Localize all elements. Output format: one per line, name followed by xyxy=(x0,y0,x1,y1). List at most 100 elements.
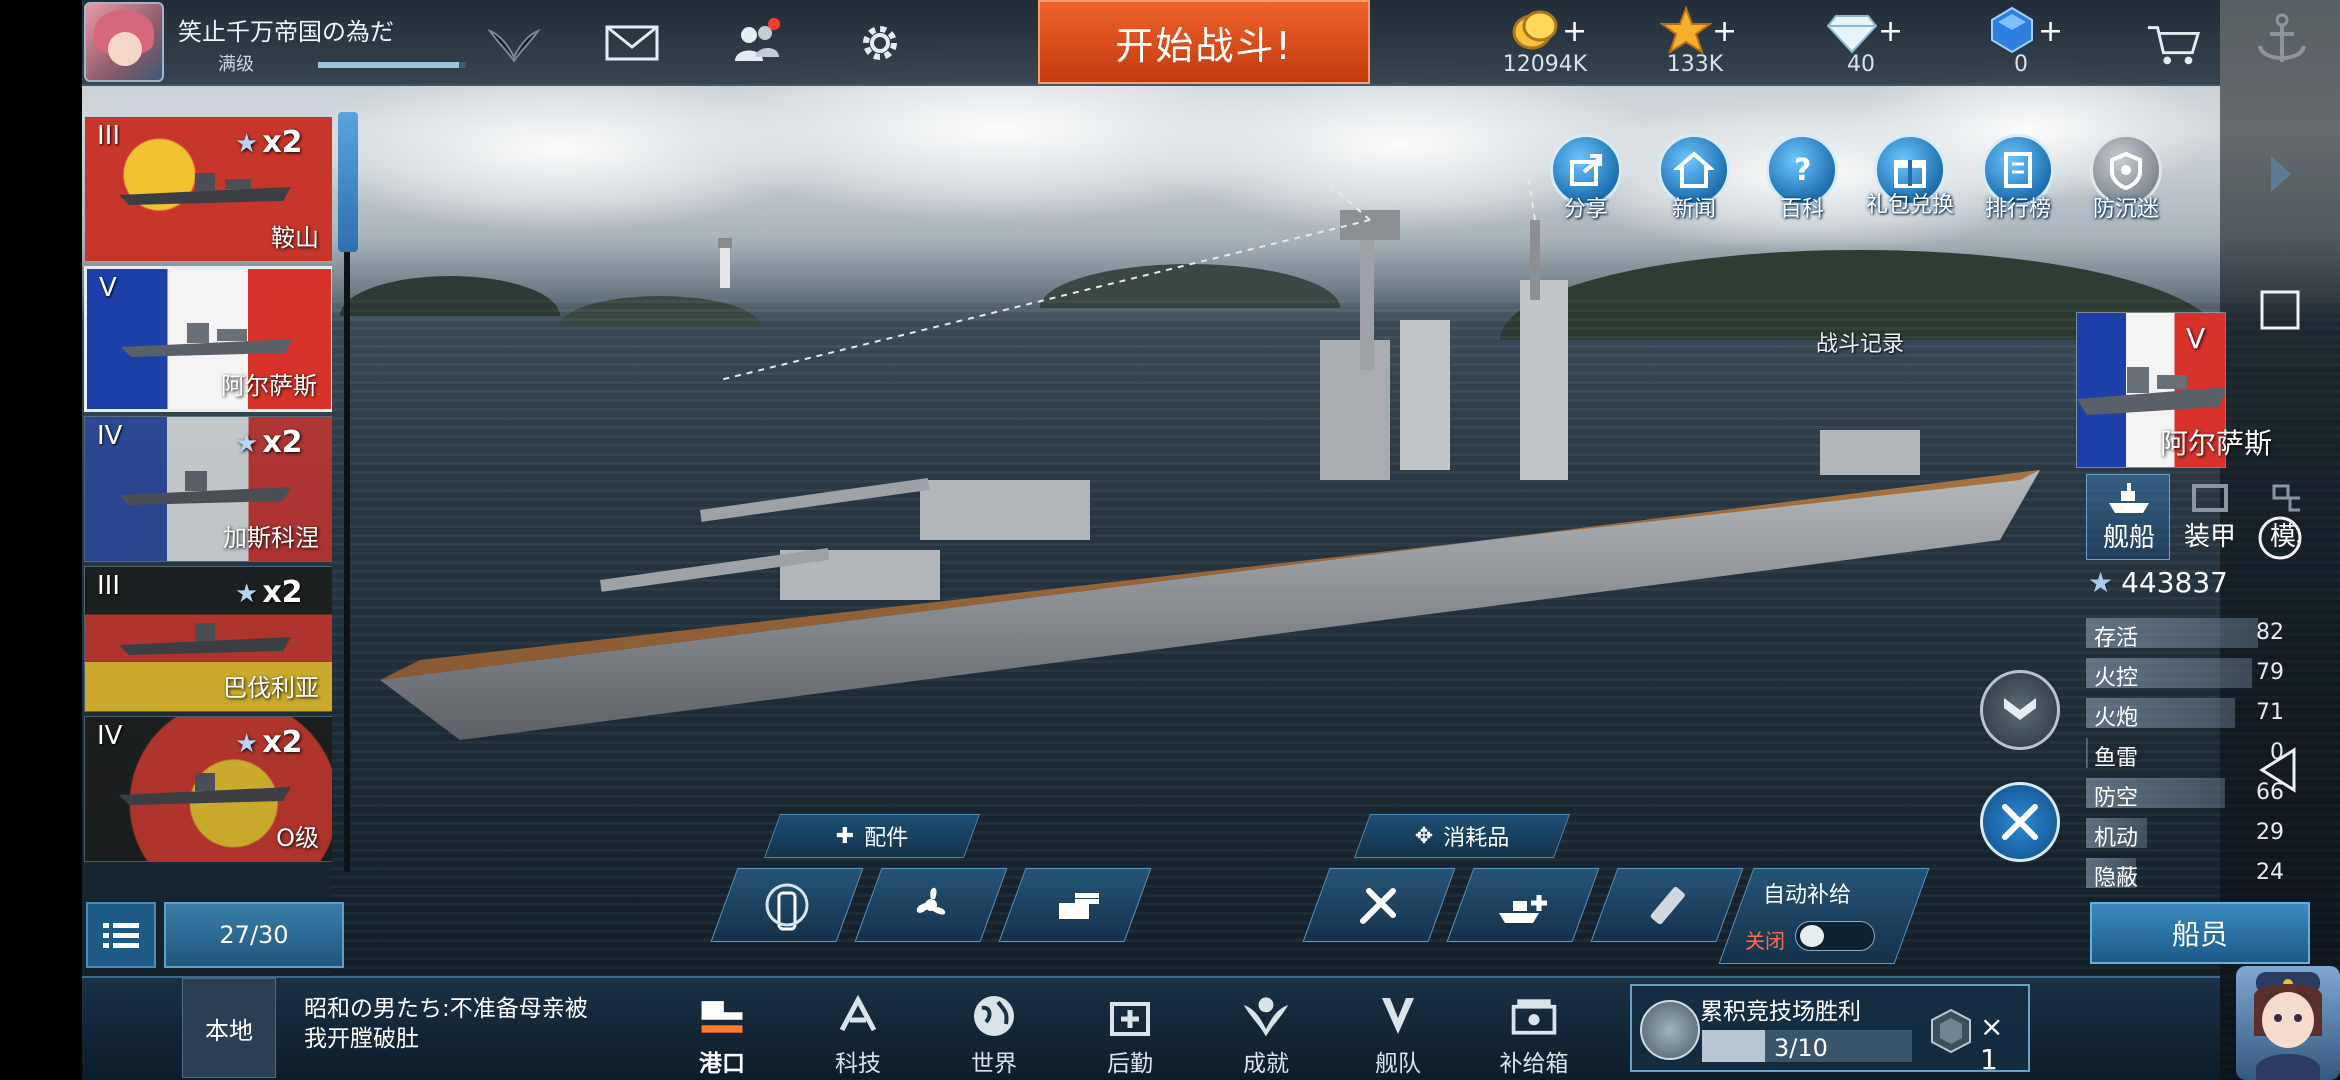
world-icon xyxy=(968,990,1020,1042)
anti-addiction-button[interactable]: 防沉迷 xyxy=(2080,134,2170,244)
equipment-slot[interactable] xyxy=(854,868,1008,942)
consumables-section-tab: ✥ 消耗品 xyxy=(1353,814,1571,858)
share-icon xyxy=(1550,134,1622,206)
equipment-slot[interactable] xyxy=(710,868,864,942)
ship-tier: IV xyxy=(97,721,123,751)
parts-section-tab: ✚ 配件 xyxy=(763,814,981,858)
auto-supply-toggle[interactable] xyxy=(1795,921,1875,951)
share-button[interactable]: 分享 xyxy=(1540,134,1630,244)
stat-name: 隐蔽 xyxy=(2094,866,2139,891)
stat-value: 0 xyxy=(2270,740,2284,765)
currency-value: 133K xyxy=(1666,52,1724,77)
feature-label: 防沉迷 xyxy=(2092,197,2159,222)
nav-world[interactable]: 世界 xyxy=(944,990,1044,1078)
rank-upgrade-button[interactable] xyxy=(1980,670,2060,750)
recents-square-icon[interactable] xyxy=(2256,286,2304,334)
encyclopedia-icon: ? xyxy=(1766,134,1838,206)
fire-extinguisher-icon xyxy=(765,883,809,931)
nav-tech[interactable]: 科技 xyxy=(808,990,908,1078)
leaderboard-button[interactable]: 排行榜 xyxy=(1972,134,2062,244)
tab-ship[interactable]: 舰船 xyxy=(2086,474,2170,560)
friends-icon[interactable] xyxy=(728,18,784,68)
consumable-slot[interactable] xyxy=(1446,868,1600,942)
news-button[interactable]: 新闻 xyxy=(1648,134,1738,244)
stat-row: 存活 82 xyxy=(2086,616,2296,652)
feature-label: 礼包兑换 xyxy=(1865,193,1954,218)
notification-dot xyxy=(768,18,780,30)
expand-arrow-icon[interactable] xyxy=(2256,150,2304,198)
nav-label: 补给箱 xyxy=(1499,1051,1569,1077)
ship-list: III ★ x2 鞍山 V 阿尔萨斯 IV ★ x2 加斯科涅 III ★ x2 巴伐… xyxy=(84,112,332,882)
tech-icon xyxy=(832,990,884,1042)
stat-row: 鱼雷 0 xyxy=(2086,736,2296,772)
consumable-slot[interactable] xyxy=(1302,868,1456,942)
ship-heal-icon xyxy=(1499,895,1547,923)
stat-row: 隐蔽 24 xyxy=(2086,856,2296,892)
player-name: 笑止千万帝国の為だ xyxy=(178,18,394,46)
ship-count: ★ x2 xyxy=(235,725,303,760)
stat-value: 82 xyxy=(2256,620,2284,645)
tab-module[interactable]: 模块 xyxy=(2250,474,2300,560)
captain-avatar[interactable] xyxy=(2236,966,2340,1080)
player-avatar[interactable] xyxy=(84,2,164,82)
ship-name: 加斯科涅 xyxy=(223,524,319,552)
ship-tier: V xyxy=(99,273,117,303)
feature-label: 排行榜 xyxy=(1984,197,2051,222)
equipment-slot[interactable] xyxy=(998,868,1152,942)
tab-armor[interactable]: 装甲 xyxy=(2168,474,2252,560)
dock-capacity[interactable]: 27/30 xyxy=(164,902,344,968)
battleship-model xyxy=(380,180,2040,740)
chat-channel-button[interactable]: 本地 xyxy=(182,978,276,1078)
parts-label: 配件 xyxy=(864,826,909,851)
nav-label: 世界 xyxy=(971,1051,1017,1077)
mission-tracker[interactable]: 累积竞技场胜利 3/10 × 1 xyxy=(1630,984,2030,1076)
battle-record-link[interactable]: 战斗记录 xyxy=(1800,326,1920,362)
ship-tier: III xyxy=(97,121,121,151)
star-icon xyxy=(1660,6,1712,54)
nav-label: 舰队 xyxy=(1375,1051,1421,1077)
ship-card[interactable]: III ★ x2 鞍山 xyxy=(84,116,332,262)
port-icon xyxy=(696,990,748,1042)
tab-label: 装甲 xyxy=(2183,522,2236,552)
rank-insignia-icon[interactable] xyxy=(486,18,542,68)
nav-fleet[interactable]: 舰队 xyxy=(1348,990,1448,1078)
nav-supply-box[interactable]: 补给箱 xyxy=(1484,990,1584,1078)
stat-row: 火控 79 xyxy=(2086,656,2296,692)
start-battle-button[interactable]: 开始战斗! xyxy=(1038,0,1370,84)
ship-card-selected[interactable]: V 阿尔萨斯 xyxy=(84,266,332,412)
propeller-icon xyxy=(916,887,946,915)
ship-card[interactable]: III ★ x2 巴伐利亚 xyxy=(84,566,332,712)
nav-port[interactable]: 港口 xyxy=(672,990,772,1078)
ship-card[interactable]: IV ★ x2 O级 xyxy=(84,716,332,862)
nav-achievement[interactable]: 成就 xyxy=(1216,990,1316,1078)
mail-icon[interactable] xyxy=(604,18,660,68)
currency-diamonds[interactable]: + 40 xyxy=(1786,4,1936,84)
ship-name: 阿尔萨斯 xyxy=(221,372,317,400)
currency-stars[interactable]: + 133K xyxy=(1620,4,1770,84)
ship-list-scroll-thumb[interactable] xyxy=(338,112,358,252)
fleet-icon xyxy=(1372,990,1424,1042)
currency-value: 12094K xyxy=(1502,52,1588,77)
ship-count: ★ x2 xyxy=(235,425,303,460)
encyclopedia-button[interactable]: ? 百科 xyxy=(1756,134,1846,244)
repair-tools-button[interactable] xyxy=(1980,782,2060,862)
anchor-icon[interactable] xyxy=(2250,8,2314,72)
chat-message[interactable]: 昭和の男たち:不准备母亲被我开膛破肚 xyxy=(304,994,594,1054)
ship-name: 巴伐利亚 xyxy=(223,674,319,702)
reward-emblem-icon xyxy=(1931,1008,1971,1054)
mission-title: 累积竞技场胜利 xyxy=(1700,999,1861,1025)
list-view-button[interactable] xyxy=(86,902,156,968)
shop-cart-icon[interactable] xyxy=(2146,20,2202,70)
ship-tier: III xyxy=(97,571,121,601)
settings-gear-icon[interactable] xyxy=(852,18,908,68)
ship-count: ★ x2 xyxy=(235,575,303,610)
currency-crystals[interactable]: + 0 xyxy=(1946,4,2096,84)
stat-row: 火炮 71 xyxy=(2086,696,2296,732)
nav-logistics[interactable]: 后勤 xyxy=(1080,990,1180,1078)
svg-text:?: ? xyxy=(1794,153,1811,188)
gift-code-button[interactable]: 礼包兑换 xyxy=(1864,134,1954,244)
currency-gold[interactable]: + 12094K xyxy=(1470,4,1620,84)
crew-button[interactable]: 船员 xyxy=(2090,902,2310,964)
consumable-slot[interactable] xyxy=(1590,868,1744,942)
ship-card[interactable]: IV ★ x2 加斯科涅 xyxy=(84,416,332,562)
